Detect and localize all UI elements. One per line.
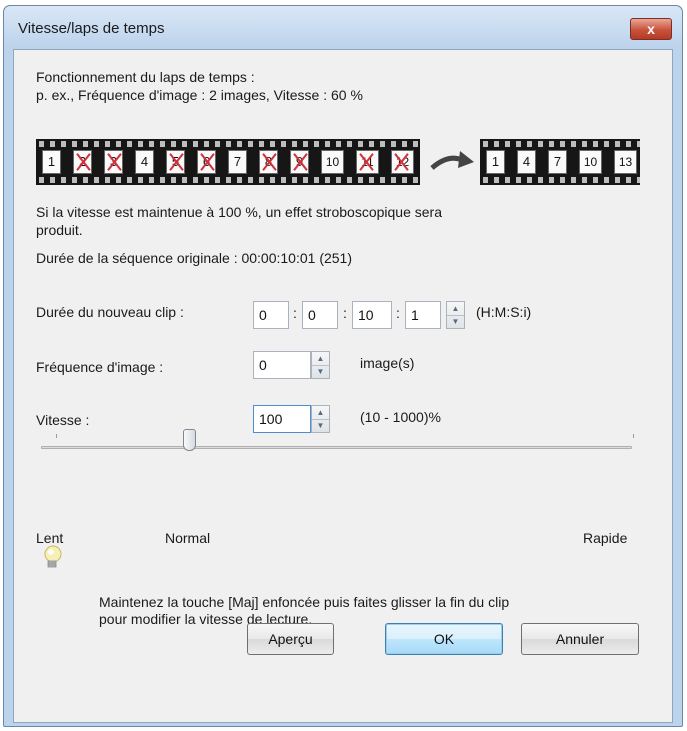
film-frame: 7 bbox=[548, 150, 567, 174]
new-clip-label: Durée du nouveau clip : bbox=[36, 304, 184, 320]
original-duration: Durée de la séquence originale : 00:00:1… bbox=[36, 250, 352, 266]
film-frame: 9 bbox=[290, 150, 309, 174]
slider-mid-label: Normal bbox=[165, 530, 211, 546]
film-frame: 6 bbox=[197, 150, 216, 174]
time-separator: : bbox=[396, 305, 400, 321]
original-film-strip: 1 2 3 4 5 6 7 8 9 10 11 12 bbox=[36, 139, 420, 185]
time-format-hint: (H:M:S:i) bbox=[476, 304, 532, 320]
slider-tick bbox=[633, 434, 634, 438]
info-line-1: Fonctionnement du laps de temps : bbox=[36, 69, 255, 85]
spin-up-icon[interactable]: ▲ bbox=[447, 302, 464, 316]
film-frame: 13 bbox=[614, 150, 637, 174]
spin-down-icon[interactable]: ▼ bbox=[312, 365, 329, 378]
dialog-title: Vitesse/laps de temps bbox=[18, 20, 165, 37]
ok-button[interactable]: OK bbox=[385, 623, 503, 655]
slider-max-label: Rapide bbox=[583, 530, 628, 546]
speed-slider-thumb[interactable] bbox=[182, 429, 196, 451]
slider-tick bbox=[56, 434, 57, 438]
lightbulb-icon bbox=[44, 545, 62, 568]
slider-min-label: Lent bbox=[36, 530, 64, 546]
film-frame: 3 bbox=[104, 150, 123, 174]
result-film-strip: 1 4 7 10 13 bbox=[480, 139, 640, 185]
film-frame: 2 bbox=[73, 150, 92, 174]
spin-down-icon[interactable]: ▼ bbox=[447, 315, 464, 328]
film-frame: 10 bbox=[579, 150, 602, 174]
info-line-2: p. ex., Fréquence d'image : 2 images, Vi… bbox=[36, 87, 363, 103]
duration-spinner[interactable]: ▲ ▼ bbox=[446, 301, 465, 329]
stroboscope-note-line-1: Si la vitesse est maintenue à 100 %, un … bbox=[36, 204, 442, 220]
curved-arrow-icon bbox=[430, 151, 474, 170]
film-frame: 1 bbox=[486, 150, 505, 174]
close-button[interactable]: x bbox=[630, 18, 672, 40]
spin-up-icon[interactable]: ▲ bbox=[312, 352, 329, 366]
hours-field[interactable]: 0 bbox=[253, 301, 289, 329]
title-bar[interactable]: Vitesse/laps de temps x bbox=[4, 6, 682, 48]
film-frame: 12 bbox=[391, 150, 414, 174]
time-separator: : bbox=[343, 305, 347, 321]
speed-field[interactable]: 100 bbox=[253, 405, 311, 433]
film-frame: 10 bbox=[321, 150, 344, 174]
film-frame: 4 bbox=[517, 150, 536, 174]
stroboscope-note-line-2: produit. bbox=[36, 222, 83, 238]
film-frame: 8 bbox=[259, 150, 278, 174]
film-frame: 11 bbox=[356, 150, 379, 174]
speed-range: (10 - 1000)% bbox=[360, 409, 441, 425]
film-frame: 1 bbox=[42, 150, 61, 174]
frame-rate-field[interactable]: 0 bbox=[253, 351, 311, 379]
cancel-button[interactable]: Annuler bbox=[521, 623, 639, 655]
spin-down-icon[interactable]: ▼ bbox=[312, 419, 329, 432]
frame-rate-label: Fréquence d'image : bbox=[36, 359, 164, 375]
film-frame: 5 bbox=[166, 150, 185, 174]
preview-button[interactable]: Aperçu bbox=[247, 623, 334, 655]
time-separator: : bbox=[293, 305, 297, 321]
spin-up-icon[interactable]: ▲ bbox=[312, 406, 329, 420]
film-frame: 7 bbox=[228, 150, 247, 174]
frames-field[interactable]: 1 bbox=[405, 301, 441, 329]
frame-rate-spinner[interactable]: ▲ ▼ bbox=[311, 351, 330, 379]
speed-label: Vitesse : bbox=[36, 412, 90, 428]
seconds-field[interactable]: 10 bbox=[352, 301, 392, 329]
speed-spinner[interactable]: ▲ ▼ bbox=[311, 405, 330, 433]
speed-slider-track[interactable] bbox=[41, 446, 632, 449]
tip-line-1: Maintenez la touche [Maj] enfoncée puis … bbox=[99, 594, 510, 610]
frame-rate-unit: image(s) bbox=[360, 355, 415, 371]
film-frame: 4 bbox=[135, 150, 154, 174]
minutes-field[interactable]: 0 bbox=[302, 301, 338, 329]
